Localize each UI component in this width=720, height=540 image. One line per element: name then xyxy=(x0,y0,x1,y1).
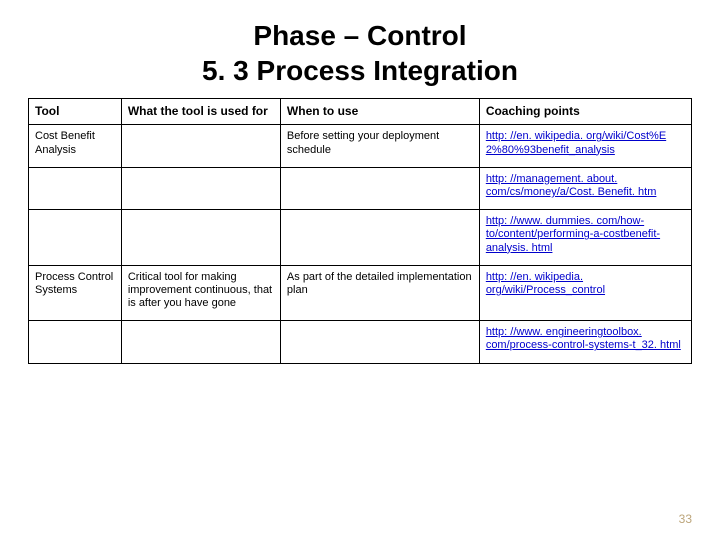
table-row: http: //www. engineeringtoolbox. com/pro… xyxy=(29,321,692,363)
cell-used-for xyxy=(121,125,280,167)
cell-coaching: http: //www. dummies. com/how-to/content… xyxy=(479,210,691,266)
title-line-2: 5. 3 Process Integration xyxy=(202,55,518,86)
slide: Phase – Control 5. 3 Process Integration… xyxy=(0,0,720,540)
table-row: Cost Benefit Analysis Before setting you… xyxy=(29,125,692,167)
col-header-used-for: What the tool is used for xyxy=(121,99,280,125)
cell-when xyxy=(280,167,479,209)
page-number: 33 xyxy=(679,512,692,526)
cell-tool xyxy=(29,321,122,363)
cell-coaching: http: //en. wikipedia. org/wiki/Cost%E 2… xyxy=(479,125,691,167)
cell-tool: Cost Benefit Analysis xyxy=(29,125,122,167)
cell-coaching: http: //management. about. com/cs/money/… xyxy=(479,167,691,209)
cell-when xyxy=(280,210,479,266)
title-line-1: Phase – Control xyxy=(253,20,466,51)
col-header-when: When to use xyxy=(280,99,479,125)
cell-when: Before setting your deployment schedule xyxy=(280,125,479,167)
slide-title: Phase – Control 5. 3 Process Integration xyxy=(28,18,692,88)
col-header-coaching: Coaching points xyxy=(479,99,691,125)
process-integration-table: Tool What the tool is used for When to u… xyxy=(28,98,692,364)
cell-tool: Process Control Systems xyxy=(29,265,122,321)
cell-coaching: http: //www. engineeringtoolbox. com/pro… xyxy=(479,321,691,363)
coaching-link[interactable]: http: //management. about. com/cs/money/… xyxy=(486,173,657,198)
cell-coaching: http: //en. wikipedia. org/wiki/Process_… xyxy=(479,265,691,321)
table-row: http: //management. about. com/cs/money/… xyxy=(29,167,692,209)
cell-used-for xyxy=(121,321,280,363)
table-header-row: Tool What the tool is used for When to u… xyxy=(29,99,692,125)
table-row: Process Control Systems Critical tool fo… xyxy=(29,265,692,321)
cell-used-for xyxy=(121,210,280,266)
col-header-tool: Tool xyxy=(29,99,122,125)
cell-used-for xyxy=(121,167,280,209)
cell-tool xyxy=(29,167,122,209)
cell-tool xyxy=(29,210,122,266)
coaching-link[interactable]: http: //www. engineeringtoolbox. com/pro… xyxy=(486,326,681,351)
cell-when: As part of the detailed implementation p… xyxy=(280,265,479,321)
coaching-link[interactable]: http: //en. wikipedia. org/wiki/Process_… xyxy=(486,271,605,296)
coaching-link[interactable]: http: //en. wikipedia. org/wiki/Cost%E 2… xyxy=(486,130,666,155)
cell-when xyxy=(280,321,479,363)
table-row: http: //www. dummies. com/how-to/content… xyxy=(29,210,692,266)
coaching-link[interactable]: http: //www. dummies. com/how-to/content… xyxy=(486,215,660,253)
cell-used-for: Critical tool for making improvement con… xyxy=(121,265,280,321)
